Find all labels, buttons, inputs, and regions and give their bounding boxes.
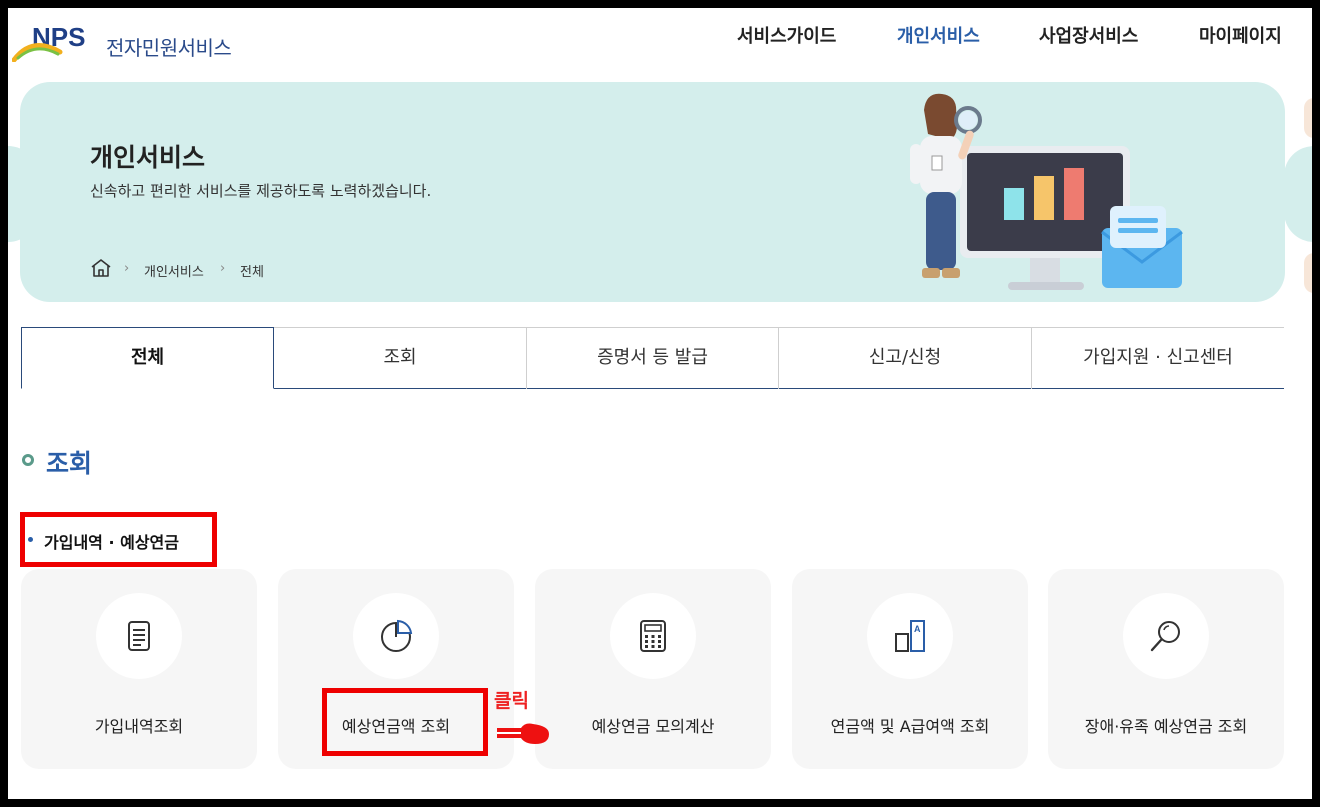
card-pension-simulation[interactable]: 예상연금 모의계산 — [535, 569, 771, 769]
click-annotation-label: 클릭 — [494, 690, 529, 712]
card-icon-circle — [353, 593, 439, 679]
chevron-right-icon: › — [220, 261, 226, 276]
page-banner: 개인서비스 신속하고 편리한 서비스를 제공하도록 노력하겠습니다. › 개인서… — [20, 82, 1285, 302]
card-label: 장애·유족 예상연금 조회 — [1084, 717, 1248, 736]
nav-service-guide[interactable]: 서비스가이드 — [737, 22, 836, 48]
chevron-right-icon: › — [124, 261, 130, 276]
highlight-box — [322, 688, 488, 756]
document-icon — [128, 621, 150, 651]
bar-a-icon: A — [895, 620, 925, 652]
site-header: NPS 전자민원서비스 서비스가이드 개인서비스 사업장서비스 마이페이지 — [8, 8, 1312, 68]
subsection-heading-highlighted: 가입내역 · 예상연금 — [20, 512, 217, 567]
card-pension-a-benefit[interactable]: A 연금액 및 A급여액 조회 — [792, 569, 1028, 769]
card-icon-circle — [96, 593, 182, 679]
card-icon-circle: A — [867, 593, 953, 679]
page-subtitle: 신속하고 편리한 서비스를 제공하도록 노력하겠습니다. — [90, 182, 432, 200]
card-label: 가입내역조회 — [94, 717, 184, 736]
banner-illustration — [910, 93, 1183, 290]
banner-decor-right — [1284, 146, 1312, 242]
section-title: 조회 — [46, 449, 93, 478]
service-name: 전자민원서비스 — [106, 36, 232, 60]
main-nav: 서비스가이드 개인서비스 사업장서비스 마이페이지 — [737, 22, 1312, 48]
bullet-icon — [28, 537, 33, 542]
card-disability-survivor[interactable]: 장애·유족 예상연금 조회 — [1048, 569, 1284, 769]
banner-decor-right-top — [1304, 98, 1312, 138]
page-title: 개인서비스 — [90, 143, 206, 172]
nav-mypage[interactable]: 마이페이지 — [1199, 22, 1282, 48]
ring-bullet-icon — [22, 454, 34, 466]
tab-certificate[interactable]: 증명서 등 발급 — [527, 328, 779, 389]
card-label: 예상연금 모의계산 — [591, 717, 715, 736]
nps-logo[interactable]: NPS 전자민원서비스 — [11, 18, 272, 63]
tab-inquiry[interactable]: 조회 — [274, 328, 527, 389]
pie-chart-icon — [381, 619, 413, 652]
category-tabs: 전체 조회 증명서 등 발급 신고/신청 가입지원 · 신고센터 — [21, 327, 1284, 389]
pointing-hand-icon — [497, 723, 549, 744]
page-frame: NPS 전자민원서비스 서비스가이드 개인서비스 사업장서비스 마이페이지 개인… — [8, 8, 1312, 799]
card-enrollment-history[interactable]: 가입내역조회 — [21, 569, 257, 769]
subsection-title: 가입내역 · 예상연금 — [44, 533, 179, 552]
tab-report-apply[interactable]: 신고/신청 — [779, 328, 1032, 389]
card-label: 연금액 및 A급여액 조회 — [830, 717, 990, 736]
card-icon-circle — [610, 593, 696, 679]
tab-support-center[interactable]: 가입지원 · 신고센터 — [1032, 328, 1284, 389]
nav-business-service[interactable]: 사업장서비스 — [1039, 22, 1138, 48]
breadcrumb-all: 전체 — [240, 265, 264, 280]
banner-decor-right-bottom — [1304, 253, 1312, 293]
tab-all[interactable]: 전체 — [21, 327, 274, 389]
calculator-icon — [640, 620, 666, 652]
home-icon[interactable] — [90, 258, 112, 282]
svg-text:A: A — [914, 624, 921, 634]
breadcrumb-personal-service[interactable]: 개인서비스 — [144, 261, 204, 280]
magnifier-icon — [1150, 621, 1180, 652]
card-icon-circle — [1123, 593, 1209, 679]
nav-personal-service[interactable]: 개인서비스 — [897, 22, 980, 48]
nps-logo-mark-icon: NPS — [11, 22, 85, 63]
